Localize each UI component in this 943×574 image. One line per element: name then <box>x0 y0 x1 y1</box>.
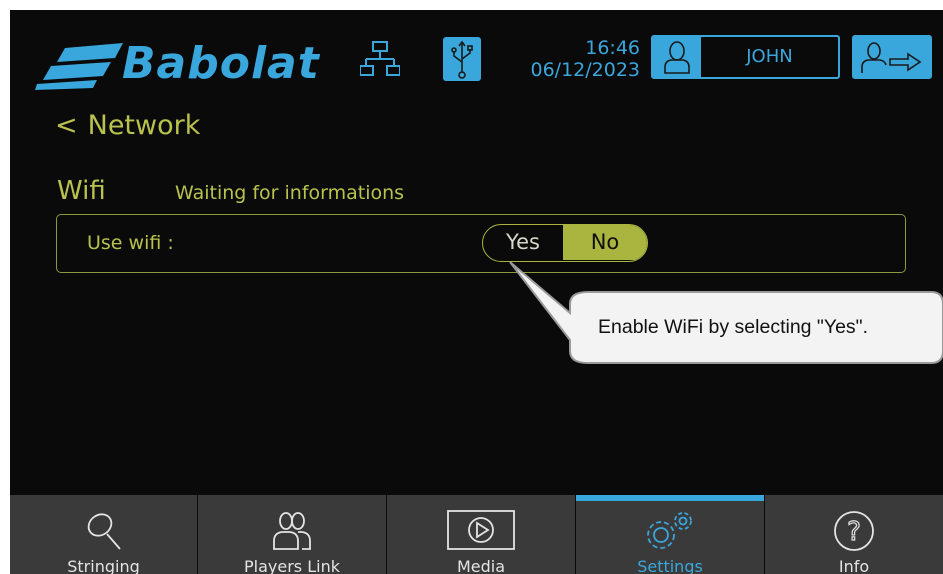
bottom-nav: Stringing Players Link Media Settings ? … <box>10 495 943 574</box>
nav-settings[interactable]: Settings <box>576 495 765 574</box>
nav-players-link[interactable]: Players Link <box>198 495 387 574</box>
nav-players-link-label: Players Link <box>244 557 340 574</box>
nav-stringing[interactable]: Stringing <box>10 495 198 574</box>
nav-media[interactable]: Media <box>387 495 576 574</box>
svg-text:?: ? <box>847 517 861 547</box>
tooltip-callout <box>509 261 943 364</box>
gears-icon <box>647 512 692 549</box>
help-icon: ? <box>834 511 874 551</box>
active-indicator <box>576 495 764 501</box>
nav-stringing-label: Stringing <box>67 557 140 574</box>
nav-info[interactable]: ? Info <box>765 495 943 574</box>
nav-media-label: Media <box>456 557 506 574</box>
nav-settings-label: Settings <box>637 557 703 574</box>
racket-icon <box>87 513 121 550</box>
device-screen: Babolat 16:46 06/12/2023 JOHN < Network … <box>10 10 943 574</box>
tooltip-text: Enable WiFi by selecting "Yes". <box>598 316 869 338</box>
play-icon <box>447 510 515 550</box>
nav-info-label: Info <box>838 557 870 574</box>
players-icon <box>273 512 311 550</box>
